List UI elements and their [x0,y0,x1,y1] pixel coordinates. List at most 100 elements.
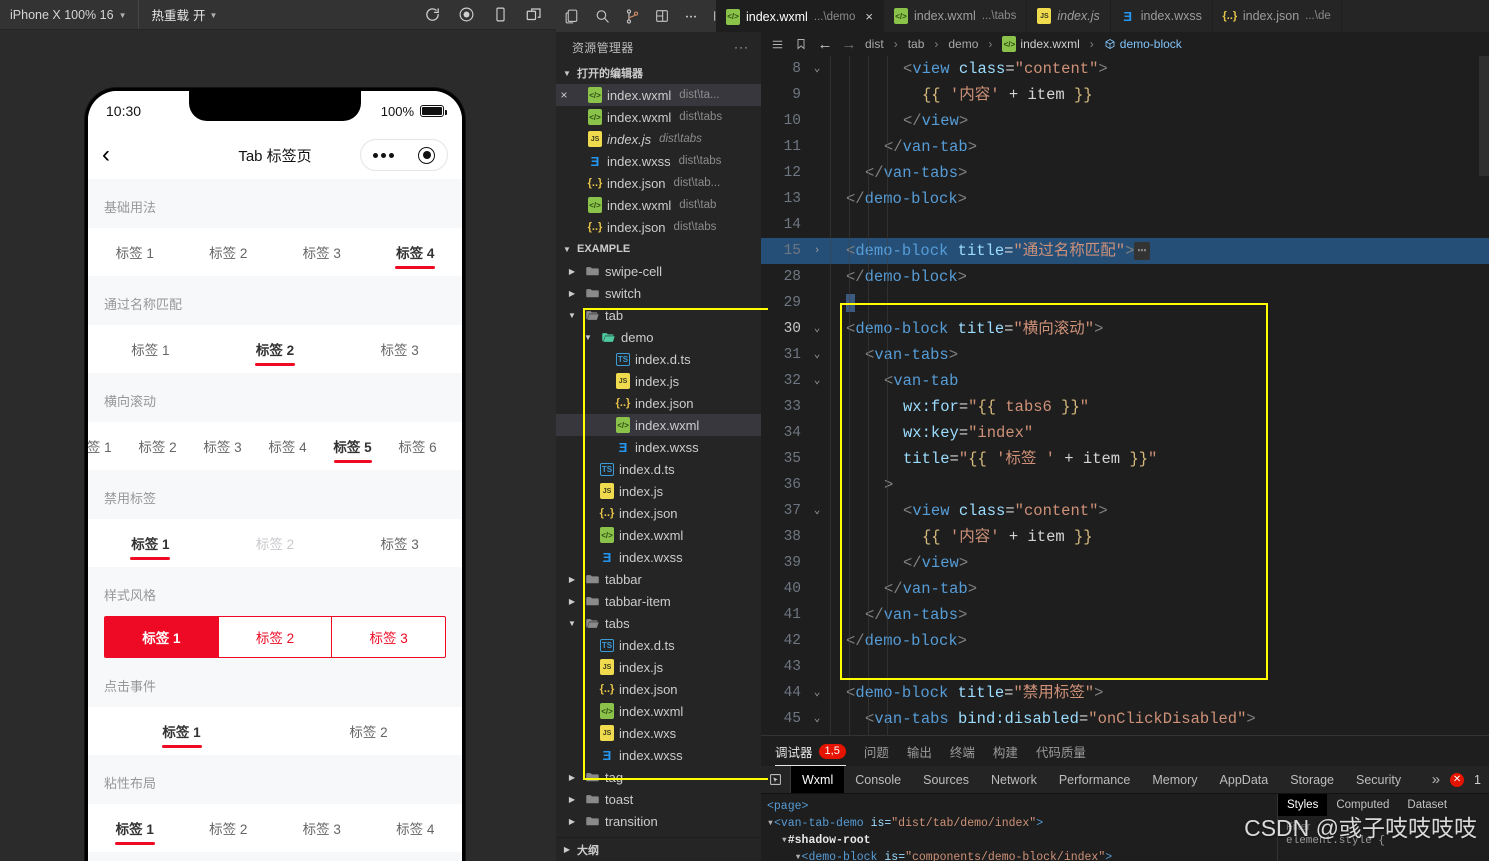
tab-item[interactable]: 标签 1 [88,707,275,755]
file-row[interactable]: JS index.js [556,656,761,678]
card-tab-item[interactable]: 标签 1 [105,617,219,657]
open-editor-row[interactable]: {..} index.json dist\tabs [556,216,761,238]
fold-toggle-icon[interactable]: ⌄ [807,342,827,368]
open-editor-row[interactable]: Ǝindex.wxss dist\tabs [556,150,761,172]
tab-item[interactable]: 标签 3 [275,804,369,852]
folder-row[interactable]: ▼ demo [556,326,761,348]
fold-toggle-icon[interactable]: ⌄ [807,498,827,524]
back-arrow-icon[interactable]: ← [817,36,833,53]
file-row[interactable]: </> index.wxml [556,414,761,436]
code-line[interactable]: 9 {{ '内容' + item }} [761,82,1489,108]
panel-tab[interactable]: 调试器 1,5 [775,736,846,766]
devtools-tab[interactable]: Sources [912,766,980,793]
editor-tab[interactable]: </> index.wxml ...\tabs [884,0,1028,32]
file-row[interactable]: {..} index.json [556,392,761,414]
editor-tab[interactable]: </> index.wxml ...\demo × [716,0,884,32]
tab-item[interactable]: 标签 2 [182,804,276,852]
code-line[interactable]: 10 </view> [761,108,1489,134]
breadcrumb-symbol[interactable]: demo-block [1104,37,1182,51]
inspect-element-icon[interactable] [761,766,791,793]
code-line[interactable]: 30 ⌄ <demo-block title="横向滚动"> [761,316,1489,342]
fold-toggle-icon[interactable]: ⌄ [807,316,827,342]
multi-window-icon[interactable] [524,5,544,25]
code-line[interactable]: 44 ⌄ <demo-block title="禁用标签"> [761,680,1489,706]
refresh-icon[interactable] [422,5,442,25]
code-line[interactable]: 42 </demo-block> [761,628,1489,654]
tab-item[interactable]: 标签 3 [190,422,255,470]
chevron-right-icon[interactable]: ▶ [565,575,579,584]
file-row[interactable]: JS index.js [556,370,761,392]
fold-toggle-icon[interactable]: ⌄ [807,706,827,732]
open-editors-section-header[interactable]: ▼ 打开的编辑器 [556,62,761,84]
explorer-icon[interactable] [564,6,581,26]
devtools-tab[interactable]: Security [1345,766,1412,793]
folder-row[interactable]: ▼ tabs [556,612,761,634]
outline-section-header[interactable]: ▶ 大纲 [556,837,761,861]
code-line[interactable]: 37 ⌄ <view class="content"> [761,498,1489,524]
chevron-right-icon[interactable]: ▶ [565,267,579,276]
editor-tab[interactable]: JS index.js [1027,0,1111,32]
chevron-down-icon[interactable]: ▼ [565,311,579,320]
tab-item[interactable]: 标签 4 [369,228,463,276]
code-line[interactable]: 12 </van-tabs> [761,160,1489,186]
explorer-more-icon[interactable]: ··· [734,40,749,54]
panel-tab[interactable]: 输出 [907,736,932,766]
dom-node-line[interactable]: ▾<van-tab-demo is="dist/tab/demo/index"> [767,815,1277,832]
more-icon[interactable] [683,6,699,26]
tab-item[interactable]: 标签 4 [255,422,320,470]
file-row[interactable]: </> index.wxml [556,524,761,546]
code-line[interactable]: 39 </view> [761,550,1489,576]
tab-item[interactable]: 标签 3 [337,325,462,373]
code-line[interactable]: 36 > [761,472,1489,498]
project-section-header[interactable]: ▼ EXAMPLE [556,238,761,260]
code-line[interactable]: 8 ⌄ <view class="content"> [761,56,1489,82]
open-editor-row[interactable]: {..} index.json dist\tab... [556,172,761,194]
folder-row[interactable]: ▶ tag [556,766,761,788]
breadcrumb-file[interactable]: </> index.wxml [1002,36,1080,52]
folder-row[interactable]: ▶ tabbar-item [556,590,761,612]
tab-item[interactable]: 标签 1 [88,422,125,470]
forward-arrow-icon[interactable]: → [841,36,857,53]
panel-tab[interactable]: 构建 [993,736,1018,766]
tab-item[interactable]: 标签 2 [213,325,338,373]
folder-row[interactable]: ▶ toast [556,788,761,810]
styles-filter-input[interactable]: Filter [1278,816,1489,835]
file-row[interactable]: </> index.wxml [556,700,761,722]
close-icon[interactable]: × [556,88,572,102]
file-row[interactable]: TS index.d.ts [556,348,761,370]
panel-tab[interactable]: 代码质量 [1036,736,1086,766]
dom-node-line[interactable]: ▾#shadow-root [767,832,1277,849]
editor-tab[interactable]: Ǝindex.wxss [1111,0,1213,32]
code-line[interactable]: 14 [761,212,1489,238]
back-icon[interactable]: ‹ [102,143,130,167]
dom-node-line[interactable]: <page> [767,798,1277,815]
file-row[interactable]: Ǝindex.wxss [556,546,761,568]
file-row[interactable]: {..} index.json [556,502,761,524]
open-editor-row[interactable]: </> index.wxml dist\tabs [556,106,761,128]
tab-item[interactable]: 标签 1 [88,228,182,276]
fold-toggle-icon[interactable]: › [807,238,827,264]
editor-tab[interactable]: {..} index.json ...\de [1213,0,1342,32]
bookmark-icon[interactable] [793,36,809,52]
code-line[interactable]: 33 wx:for="{{ tabs6 }}" [761,394,1489,420]
folder-row[interactable]: ▶ switch [556,282,761,304]
devtools-tab[interactable]: Storage [1279,766,1345,793]
fold-toggle-icon[interactable]: ⌄ [807,56,827,82]
styles-tab[interactable]: Styles [1278,794,1328,816]
device-selector[interactable]: iPhone X 100% 16 ▼ [0,0,140,29]
devtools-tab[interactable]: Wxml [791,766,845,793]
tab-item[interactable]: 标签 3 [337,519,462,567]
card-tab-item[interactable]: 标签 3 [332,617,445,657]
tab-item[interactable]: 标签 4 [369,804,463,852]
code-line[interactable]: 40 </van-tab> [761,576,1489,602]
code-line[interactable]: 34 wx:key="index" [761,420,1489,446]
breadcrumb-part[interactable]: dist [865,37,884,51]
devtools-tab[interactable]: Network [980,766,1048,793]
wxml-dom-tree[interactable]: <page> ▾<van-tab-demo is="dist/tab/demo/i… [761,794,1277,861]
file-row[interactable]: TS index.d.ts [556,634,761,656]
chevron-right-icon[interactable]: ▶ [565,795,579,804]
source-control-icon[interactable] [624,6,641,26]
file-row[interactable]: Ǝindex.wxss [556,436,761,458]
code-line[interactable]: 41 </van-tabs> [761,602,1489,628]
breadcrumb-part[interactable]: demo [948,37,978,51]
